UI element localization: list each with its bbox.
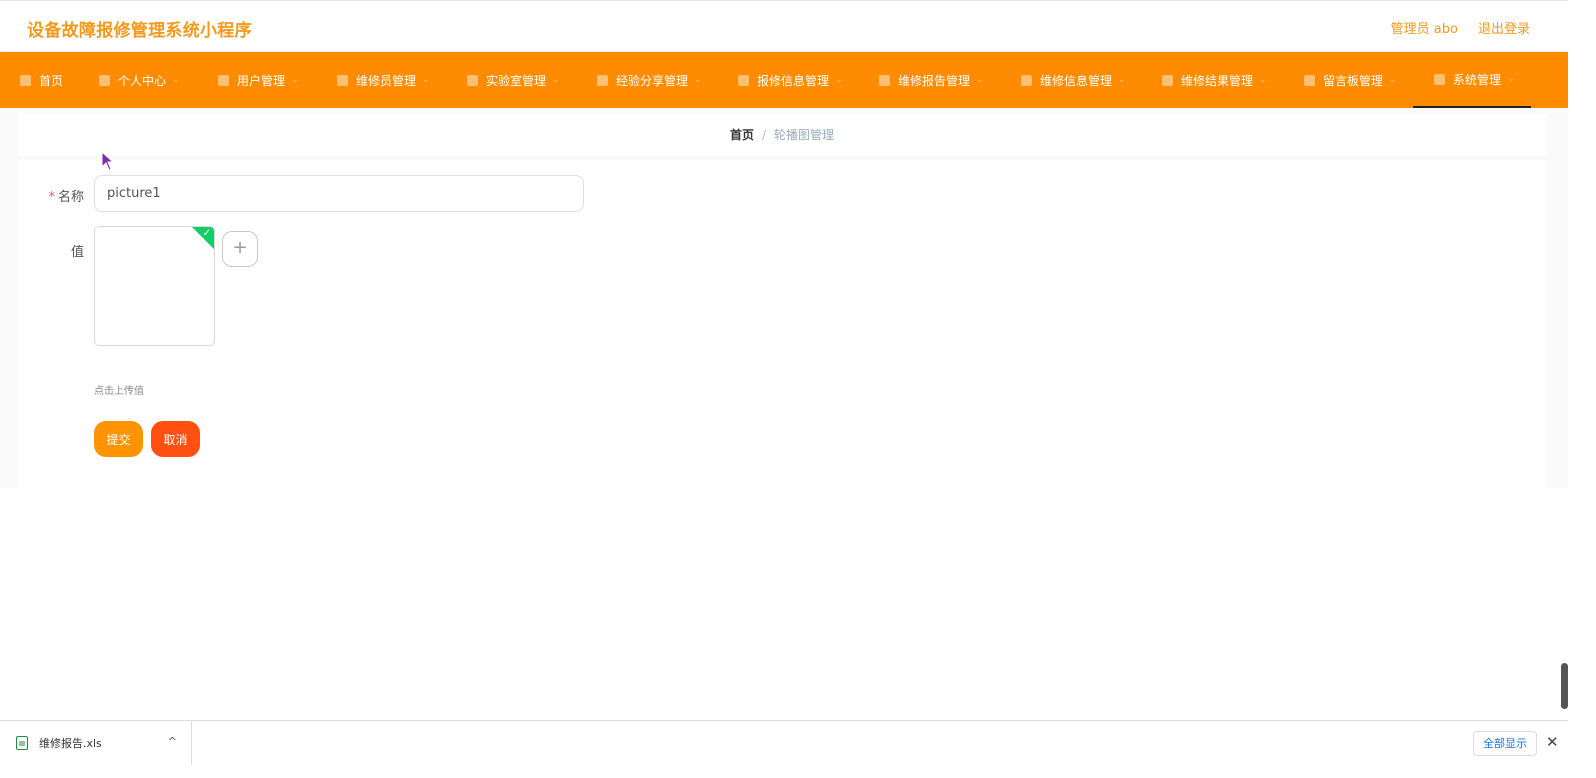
top-header: 设备故障报修管理系统小程序 管理员 abo 退出登录 — [0, 0, 1568, 51]
close-icon[interactable]: ✕ — [1546, 733, 1559, 751]
chevron-down-icon: ⌄ — [1259, 75, 1267, 85]
chevron-down-icon: ⌄ — [694, 75, 702, 85]
required-marker: * — [48, 190, 55, 205]
nav-item-label: 留言板管理 — [1323, 73, 1384, 88]
chevron-down-icon: ⌄ — [1507, 74, 1515, 84]
chevron-up-icon[interactable]: ^ — [168, 735, 177, 748]
chevron-down-icon: ⌄ — [291, 75, 299, 85]
page-scrollbar-track — [1568, 0, 1596, 720]
nav-item-repair-result[interactable]: 维修结果管理 ⌄ — [1162, 52, 1267, 108]
clipboard-icon — [738, 74, 749, 86]
breadcrumb: 首页 / 轮播图管理 — [18, 114, 1546, 156]
nav-item-repair-report[interactable]: 维修报告管理 ⌄ — [879, 52, 984, 108]
name-label: * 名称 — [14, 186, 84, 205]
name-input[interactable] — [94, 175, 584, 212]
name-label-text: 名称 — [57, 190, 84, 205]
fullscreen-icon — [467, 74, 478, 86]
nav-item-home[interactable]: 首页 — [20, 52, 63, 108]
chevron-down-icon: ⌄ — [976, 75, 984, 85]
nav-item-label: 实验室管理 — [486, 73, 547, 88]
nav-item-label: 用户管理 — [237, 73, 286, 88]
home-icon — [20, 74, 31, 86]
main-nav: 首页 个人中心 ⌄ 用户管理 ⌄ 维修员管理 ⌄ 实验室管理 ⌄ 经验分享管理 … — [0, 52, 1568, 108]
nav-item-message-board[interactable]: 留言板管理 ⌄ — [1304, 52, 1397, 108]
chevron-down-icon: ⌄ — [1118, 75, 1126, 85]
nav-item-repair-request[interactable]: 报修信息管理 ⌄ — [738, 52, 843, 108]
uploaded-image-thumbnail[interactable]: ✓ — [94, 226, 215, 346]
mouse-cursor-icon — [101, 151, 115, 171]
nav-item-lab-management[interactable]: 实验室管理 ⌄ — [467, 52, 560, 108]
value-label: 值 — [70, 245, 84, 260]
list-icon — [218, 74, 229, 86]
video-icon — [879, 74, 890, 86]
nav-item-label: 报修信息管理 — [757, 73, 830, 88]
nav-item-label: 维修信息管理 — [1040, 73, 1113, 88]
breadcrumb-current: 轮播图管理 — [774, 128, 835, 142]
logout-link[interactable]: 退出登录 — [1478, 18, 1530, 37]
breadcrumb-separator: / — [761, 128, 767, 142]
nav-item-experience-sharing[interactable]: 经验分享管理 ⌄ — [597, 52, 702, 108]
nav-item-label: 维修员管理 — [356, 73, 417, 88]
chevron-down-icon: ⌄ — [422, 75, 430, 85]
download-file-name: 维修报告.xls — [39, 737, 102, 750]
nav-item-system-management[interactable]: 系统管理 ⌄ — [1413, 52, 1531, 108]
microphone-icon — [1304, 74, 1315, 86]
check-icon: ✓ — [202, 228, 211, 239]
nav-item-personal-center[interactable]: 个人中心 ⌄ — [99, 52, 180, 108]
nav-item-user-management[interactable]: 用户管理 ⌄ — [218, 52, 299, 108]
nav-item-repairman-management[interactable]: 维修员管理 ⌄ — [337, 52, 430, 108]
add-image-button[interactable]: + — [222, 231, 258, 267]
upload-hint: 点击上传值 — [94, 386, 144, 397]
chevron-down-icon: ⌄ — [835, 75, 843, 85]
copy-icon — [1434, 73, 1445, 85]
breadcrumb-home[interactable]: 首页 — [730, 128, 754, 142]
chevron-down-icon: ⌄ — [172, 75, 180, 85]
submit-button[interactable]: 提交 — [94, 421, 143, 457]
send-icon — [337, 74, 348, 86]
nav-item-label: 维修报告管理 — [898, 73, 971, 88]
app-title: 设备故障报修管理系统小程序 — [27, 21, 252, 41]
nav-item-label: 经验分享管理 — [616, 73, 689, 88]
user-icon — [99, 74, 110, 86]
nav-item-repair-info[interactable]: 维修信息管理 ⌄ — [1021, 52, 1126, 108]
cancel-button[interactable]: 取消 — [151, 421, 200, 457]
person-icon — [1162, 74, 1173, 86]
user-area: 管理员 abo 退出登录 — [1391, 18, 1530, 37]
spreadsheet-file-icon — [16, 736, 28, 750]
chevron-down-icon: ⌄ — [1389, 75, 1397, 85]
current-user-label[interactable]: 管理员 abo — [1391, 18, 1458, 37]
nav-item-label: 个人中心 — [118, 73, 167, 88]
nav-item-label: 系统管理 — [1453, 72, 1502, 87]
page-scrollbar-thumb[interactable] — [1561, 663, 1568, 709]
download-item[interactable]: 维修报告.xls ^ — [12, 721, 192, 765]
flag-icon — [597, 74, 608, 86]
download-bar: 维修报告.xls ^ 全部显示 ✕ — [0, 720, 1568, 778]
nav-item-label: 维修结果管理 — [1181, 73, 1254, 88]
document-icon — [1021, 74, 1032, 86]
show-all-downloads-button[interactable]: 全部显示 — [1473, 731, 1537, 756]
chevron-down-icon: ⌄ — [552, 75, 560, 85]
nav-item-label: 首页 — [39, 73, 64, 88]
